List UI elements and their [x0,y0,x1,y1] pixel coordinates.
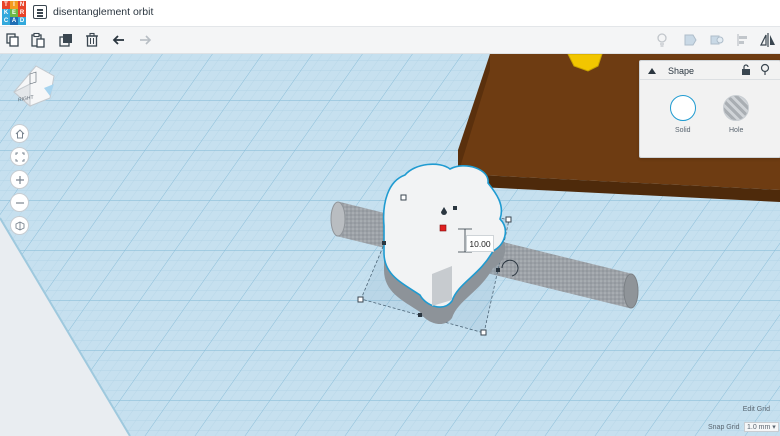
height-dimension-input[interactable]: 10.00 [466,235,494,252]
design-title[interactable]: disentanglement orbit [53,6,153,18]
duplicate-icon[interactable] [57,31,75,49]
edit-grid-button[interactable]: Edit Grid [743,406,770,413]
collapse-icon[interactable] [647,67,657,75]
mirror-icon[interactable] [759,31,777,49]
group-icon[interactable] [682,31,700,49]
solid-option[interactable] [670,95,696,121]
logo-letter: K [2,9,10,17]
logo-letter: N [18,1,26,9]
top-bar: T I N K E R C A D disentanglement orbit [0,0,780,27]
logo-letter: E [10,9,18,17]
panel-title: Shape [668,66,695,76]
snap-grid-label: Snap Grid [708,424,740,431]
light-bulb-icon[interactable] [760,63,770,76]
tinkercad-logo[interactable]: T I N K E R C A D [2,1,26,25]
design-list-icon[interactable] [33,5,47,19]
ungroup-icon[interactable] [708,31,726,49]
shape-inspector-panel: Shape Solid Hole [639,60,780,158]
hole-option[interactable] [723,95,749,121]
ortho-view-icon[interactable] [10,216,29,235]
solid-label: Solid [675,127,691,134]
fit-all-icon[interactable] [10,147,29,166]
trash-icon[interactable] [83,31,101,49]
logo-letter: R [18,9,26,17]
hole-label: Hole [729,127,744,134]
copy-icon[interactable] [4,31,22,49]
align-icon[interactable] [734,31,752,49]
zoom-in-icon[interactable] [10,170,29,189]
logo-letter: A [10,17,18,25]
logo-letter: D [18,17,26,25]
height-handle[interactable] [439,224,447,232]
light-bulb-icon[interactable] [653,31,671,49]
logo-letter: C [2,17,10,25]
lock-icon[interactable] [741,64,751,76]
snap-grid-select[interactable]: 1.0 mm ▾ [744,422,779,432]
logo-letter: I [10,1,18,9]
zoom-out-icon[interactable] [10,193,29,212]
edit-toolbar [0,27,780,54]
logo-letter: T [2,1,10,9]
redo-icon[interactable] [136,31,154,49]
snap-grid-value: 1.0 mm [747,424,771,431]
undo-icon[interactable] [110,31,128,49]
home-icon[interactable] [10,124,29,143]
paste-icon[interactable] [29,31,47,49]
